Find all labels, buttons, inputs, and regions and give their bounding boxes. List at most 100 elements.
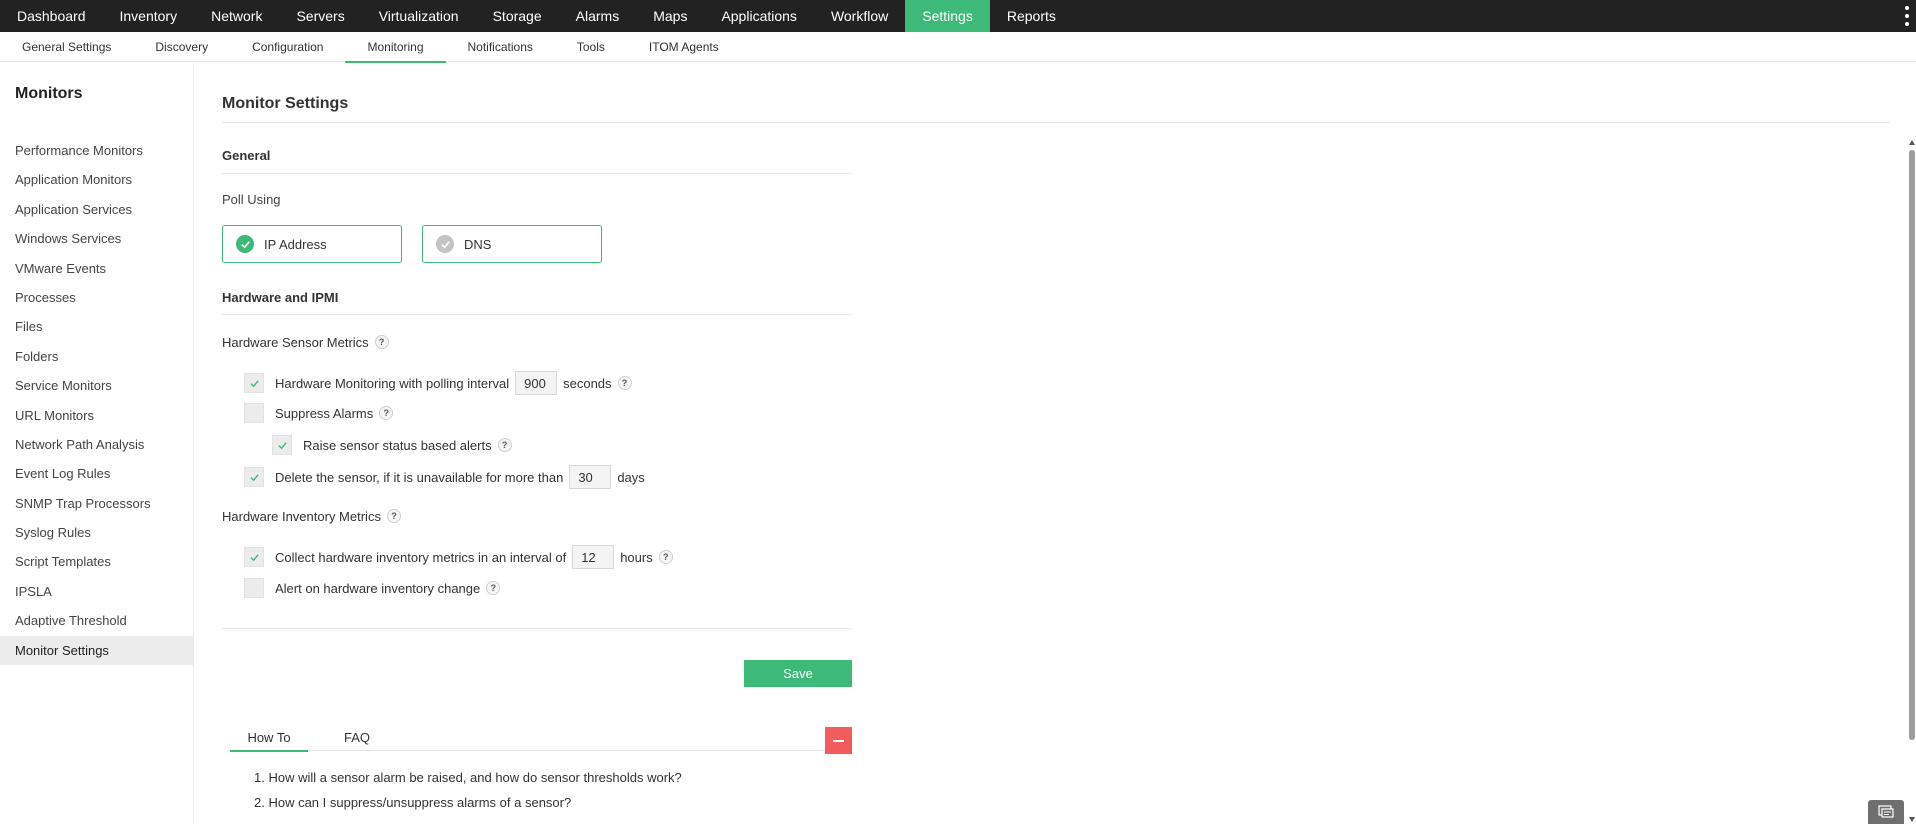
delete-sensor-row: Delete the sensor, if it is unavailable … [244,465,645,489]
form-divider [222,628,852,629]
sidebar-item-adaptive-threshold[interactable]: Adaptive Threshold [0,606,193,635]
alert-inventory-checkbox[interactable] [244,578,264,598]
tab-tools[interactable]: Tools [555,32,627,62]
raise-sensor-alerts-row: Raise sensor status based alerts ? [272,434,512,456]
poll-dns-option[interactable]: DNS [422,225,602,263]
hardware-monitoring-row: Hardware Monitoring with polling interva… [244,371,632,395]
delete-sensor-days-input[interactable]: 30 [569,465,612,489]
alert-inventory-label: Alert on hardware inventory change [275,580,481,596]
help-tabs: How To FAQ [230,724,852,752]
tab-faq[interactable]: FAQ [332,724,382,751]
check-circle-icon [436,235,454,253]
hardware-monitoring-label: Hardware Monitoring with polling interva… [275,375,510,391]
collect-inventory-label: Collect hardware inventory metrics in an… [275,549,567,565]
help-icon[interactable]: ? [617,376,632,390]
tab-configuration[interactable]: Configuration [230,32,345,62]
how-to-item[interactable]: 1. How will a sensor alarm be raised, an… [254,770,682,795]
help-icon[interactable]: ? [658,550,673,564]
poll-using-label: Poll Using [222,192,281,207]
sidebar-item-ipsla[interactable]: IPSLA [0,577,193,606]
tab-itom-agents[interactable]: ITOM Agents [627,32,741,62]
help-icon[interactable]: ? [386,509,401,523]
collect-inventory-checkbox[interactable] [244,547,264,567]
help-icon[interactable]: ? [486,581,501,595]
minus-icon [833,739,844,742]
sub-navigation: General Settings Discovery Configuration… [0,32,1916,63]
scroll-up-icon[interactable] [1909,140,1915,145]
sidebar-item-service-monitors[interactable]: Service Monitors [0,371,193,400]
sidebar-item-monitor-settings[interactable]: Monitor Settings [0,635,193,666]
nav-dashboard[interactable]: Dashboard [0,0,103,32]
more-options-icon[interactable] [1904,6,1910,26]
inventory-interval-input[interactable]: 12 [572,545,615,569]
sidebar-item-folders[interactable]: Folders [0,342,193,371]
scroll-down-icon[interactable] [1909,817,1915,822]
help-icon[interactable]: ? [497,438,512,452]
sidebar-item-application-monitors[interactable]: Application Monitors [0,165,193,194]
nav-settings[interactable]: Settings [905,0,990,32]
sidebar-item-event-log-rules[interactable]: Event Log Rules [0,459,193,488]
tab-how-to[interactable]: How To [230,724,308,752]
nav-servers[interactable]: Servers [279,0,361,32]
raise-sensor-alerts-checkbox[interactable] [272,435,292,455]
how-to-item[interactable]: 2. How can I suppress/unsuppress alarms … [254,795,682,820]
sidebar-item-script-templates[interactable]: Script Templates [0,547,193,576]
help-icon[interactable]: ? [374,335,389,349]
delete-sensor-label: Delete the sensor, if it is unavailable … [275,469,564,485]
checkmark-icon [249,473,259,481]
sidebar-menu: Performance Monitors Application Monitor… [0,136,193,666]
polling-interval-unit: seconds [563,375,612,391]
sidebar-item-files[interactable]: Files [0,312,193,341]
sidebar-title: Monitors [15,85,83,102]
polling-interval-input[interactable]: 900 [515,371,558,395]
sidebar-item-syslog-rules[interactable]: Syslog Rules [0,518,193,547]
save-button[interactable]: Save [744,660,852,687]
checkmark-icon [277,441,287,449]
hardware-inventory-metrics-label: Hardware Inventory Metrics [222,508,381,524]
page-title: Monitor Settings [222,95,349,112]
nav-network[interactable]: Network [194,0,279,32]
hardware-heading: Hardware and IPMI [222,290,339,305]
delete-sensor-checkbox[interactable] [244,467,264,487]
sidebar-item-network-path-analysis[interactable]: Network Path Analysis [0,430,193,459]
sidebar-item-vmware-events[interactable]: VMware Events [0,254,193,283]
poll-ip-address-label: IP Address [264,236,327,252]
sidebar-item-application-services[interactable]: Application Services [0,195,193,224]
nav-virtualization[interactable]: Virtualization [362,0,476,32]
nav-maps[interactable]: Maps [636,0,704,32]
nav-inventory[interactable]: Inventory [103,0,195,32]
sidebar-item-url-monitors[interactable]: URL Monitors [0,401,193,430]
nav-applications[interactable]: Applications [704,0,814,32]
hardware-monitoring-checkbox[interactable] [244,373,264,393]
nav-reports[interactable]: Reports [990,0,1073,32]
scrollbar-thumb[interactable] [1909,150,1915,740]
nav-workflow[interactable]: Workflow [814,0,905,32]
chat-icon [1878,805,1894,818]
chat-widget-button[interactable] [1868,800,1904,824]
help-icon[interactable]: ? [379,406,394,420]
alert-inventory-row: Alert on hardware inventory change ? [244,577,501,599]
sidebar-item-windows-services[interactable]: Windows Services [0,224,193,253]
checkmark-icon [249,379,259,387]
sidebar-item-processes[interactable]: Processes [0,283,193,312]
hardware-sensor-metrics-row: Hardware Sensor Metrics ? [222,331,389,353]
nav-storage[interactable]: Storage [476,0,559,32]
tab-discovery[interactable]: Discovery [133,32,230,62]
tab-general-settings[interactable]: General Settings [0,32,133,62]
poll-ip-address-option[interactable]: IP Address [222,225,402,263]
tab-monitoring[interactable]: Monitoring [345,32,446,63]
raise-sensor-alerts-label: Raise sensor status based alerts [303,437,492,453]
main-content: Monitor Settings General Poll Using IP A… [222,63,1892,824]
sidebar-item-performance-monitors[interactable]: Performance Monitors [0,136,193,165]
top-navigation: Dashboard Inventory Network Servers Virt… [0,0,1916,32]
tab-notifications[interactable]: Notifications [446,32,555,62]
suppress-alarms-checkbox[interactable] [244,403,264,423]
sidebar-item-snmp-trap-processors[interactable]: SNMP Trap Processors [0,489,193,518]
check-circle-icon [236,235,254,253]
page-scrollbar[interactable] [1908,138,1916,824]
nav-alarms[interactable]: Alarms [559,0,637,32]
collapse-panel-button[interactable] [825,727,852,754]
suppress-alarms-row: Suppress Alarms ? [244,402,394,424]
general-divider [222,173,852,174]
collect-inventory-row: Collect hardware inventory metrics in an… [244,545,673,569]
